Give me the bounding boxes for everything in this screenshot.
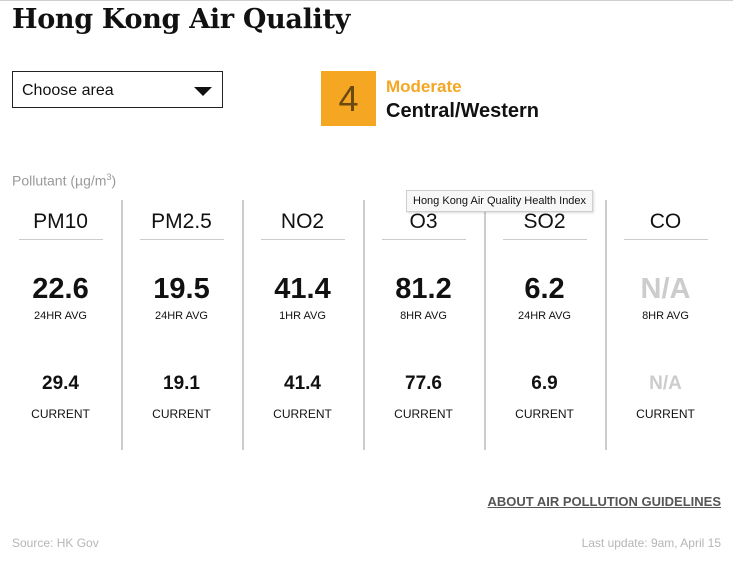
current-label: CURRENT [31,407,90,421]
current-label: CURRENT [152,407,211,421]
current-value: 29.4 [42,373,79,394]
pollutant-name: NO2 [260,210,345,240]
current-value: N/A [649,373,682,394]
current-label: CURRENT [515,407,574,421]
average-label: 8HR AVG [400,310,447,322]
current-label: CURRENT [636,407,695,421]
average-value: N/A [640,273,691,305]
average-label: 24HR AVG [518,310,571,322]
average-label: 24HR AVG [34,310,87,322]
average-value: 19.5 [153,273,210,305]
chevron-down-icon[interactable] [194,87,212,96]
average-value: 41.4 [274,273,331,305]
pollutant-unit-suffix: ) [111,172,117,189]
pollutant-name: CO [623,210,708,240]
page-title: Hong Kong Air Quality [12,4,351,35]
aqhi-tooltip: Hong Kong Air Quality Health Index [406,190,594,212]
last-update-timestamp: Last update: 9am, April 15 [581,536,721,550]
pollutant-name: PM10 [18,210,103,240]
area-select-value: Choose area [22,82,114,99]
pollutant-column-o3: O3 81.2 8HR AVG 77.6 CURRENT [363,200,486,450]
air-pollution-guidelines-link[interactable]: ABOUT AIR POLLUTION GUIDELINES [487,494,721,509]
average-value: 22.6 [32,273,89,305]
average-label: 1HR AVG [279,310,326,322]
aqhi-value-badge: 4 [321,71,376,126]
pollutant-column-pm10: PM10 22.6 24HR AVG 29.4 CURRENT [0,200,123,450]
pollutant-unit-label: Pollutant (µg/m3) [12,172,116,189]
aqhi-district-label: Central/Western [386,100,540,122]
pollutant-column-co: CO N/A 8HR AVG N/A CURRENT [605,200,726,450]
average-value: 6.2 [524,273,565,305]
aqhi-level-label: Moderate [386,77,462,96]
current-value: 6.9 [531,373,558,394]
average-value: 81.2 [395,273,452,305]
current-value: 19.1 [163,373,200,394]
pollutant-column-pm25: PM2.5 19.5 24HR AVG 19.1 CURRENT [121,200,244,450]
pollutant-column-so2: SO2 6.2 24HR AVG 6.9 CURRENT [484,200,607,450]
average-label: 24HR AVG [155,310,208,322]
pollutant-name: O3 [381,210,466,240]
current-label: CURRENT [273,407,332,421]
average-label: 8HR AVG [642,310,689,322]
current-value: 41.4 [284,373,321,394]
pollutant-name: PM2.5 [139,210,224,240]
current-label: CURRENT [394,407,453,421]
source-credit: Source: HK Gov [12,536,99,550]
current-value: 77.6 [405,373,442,394]
pollutant-name: SO2 [502,210,587,240]
pollutant-unit-text: Pollutant (µg/m [12,172,107,189]
top-divider [0,0,733,1]
pollutant-column-no2: NO2 41.4 1HR AVG 41.4 CURRENT [242,200,365,450]
area-select[interactable]: Choose area [12,71,223,108]
